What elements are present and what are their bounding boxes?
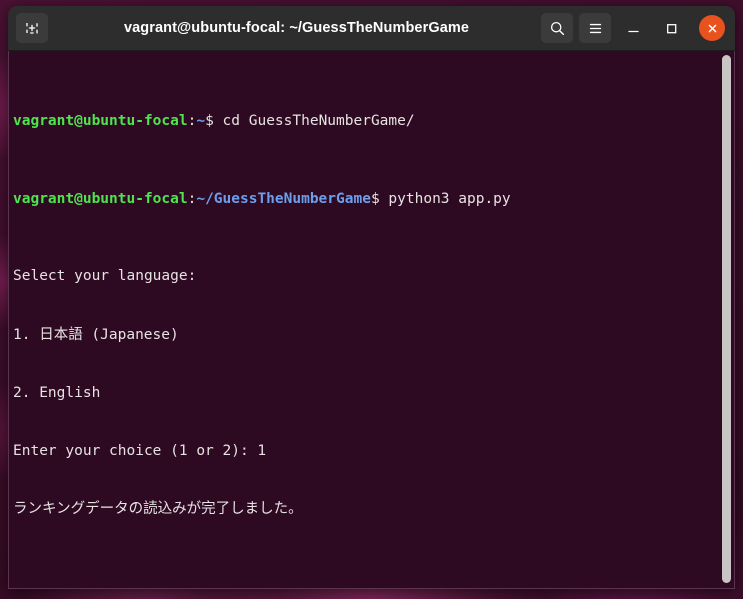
terminal-window: vagrant@ubuntu-focal: ~/GuessTheNumberGa… — [8, 6, 735, 589]
command-cd: cd GuessTheNumberGame/ — [213, 113, 415, 130]
command-python: python3 app.py — [379, 190, 511, 207]
titlebar-controls — [541, 13, 727, 43]
prompt-user-host: vagrant@ubuntu-focal — [13, 113, 188, 130]
prompt-dollar: $ — [370, 190, 380, 207]
close-button[interactable] — [699, 15, 725, 41]
search-icon — [550, 21, 564, 35]
terminal-line: Enter your choice (1 or 2): 1 — [13, 443, 267, 460]
window-title: vagrant@ubuntu-focal: ~/GuessTheNumberGa… — [123, 20, 470, 36]
terminal-screen: vagrant@ubuntu-focal:~$ cd GuessTheNumbe… — [10, 53, 735, 589]
prompt-dollar: $ — [205, 113, 214, 130]
terminal-line: ランキングデータの読込みが完了しました。 — [13, 501, 303, 518]
terminal-line: Select your language: — [13, 268, 197, 285]
minimize-button[interactable] — [617, 13, 649, 43]
window-titlebar: vagrant@ubuntu-focal: ~/GuessTheNumberGa… — [8, 6, 735, 51]
new-tab-icon — [26, 23, 38, 34]
prompt-path: ~ — [196, 113, 206, 130]
search-button[interactable] — [541, 13, 573, 43]
terminal-line: 2. English — [13, 384, 101, 401]
minimize-icon — [627, 30, 639, 32]
new-tab-button[interactable] — [16, 13, 48, 43]
terminal-line: 1. 日本語 (Japanese) — [13, 326, 179, 343]
prompt-user-host: vagrant@ubuntu-focal — [13, 190, 188, 207]
terminal-scrollbar[interactable] — [722, 55, 731, 583]
terminal-line-prompt-cd: vagrant@ubuntu-focal:~$ cd GuessTheNumbe… — [13, 112, 735, 131]
maximize-icon — [666, 23, 676, 33]
maximize-button[interactable] — [655, 13, 687, 43]
terminal-body[interactable]: vagrant@ubuntu-focal:~$ cd GuessTheNumbe… — [8, 51, 735, 589]
prompt-path: ~/GuessTheNumberGame — [196, 190, 371, 207]
menu-button[interactable] — [579, 13, 611, 43]
terminal-line-prompt-python: vagrant@ubuntu-focal:~/GuessTheNumberGam… — [13, 190, 735, 209]
close-icon — [708, 24, 716, 32]
hamburger-menu-icon — [589, 23, 601, 33]
